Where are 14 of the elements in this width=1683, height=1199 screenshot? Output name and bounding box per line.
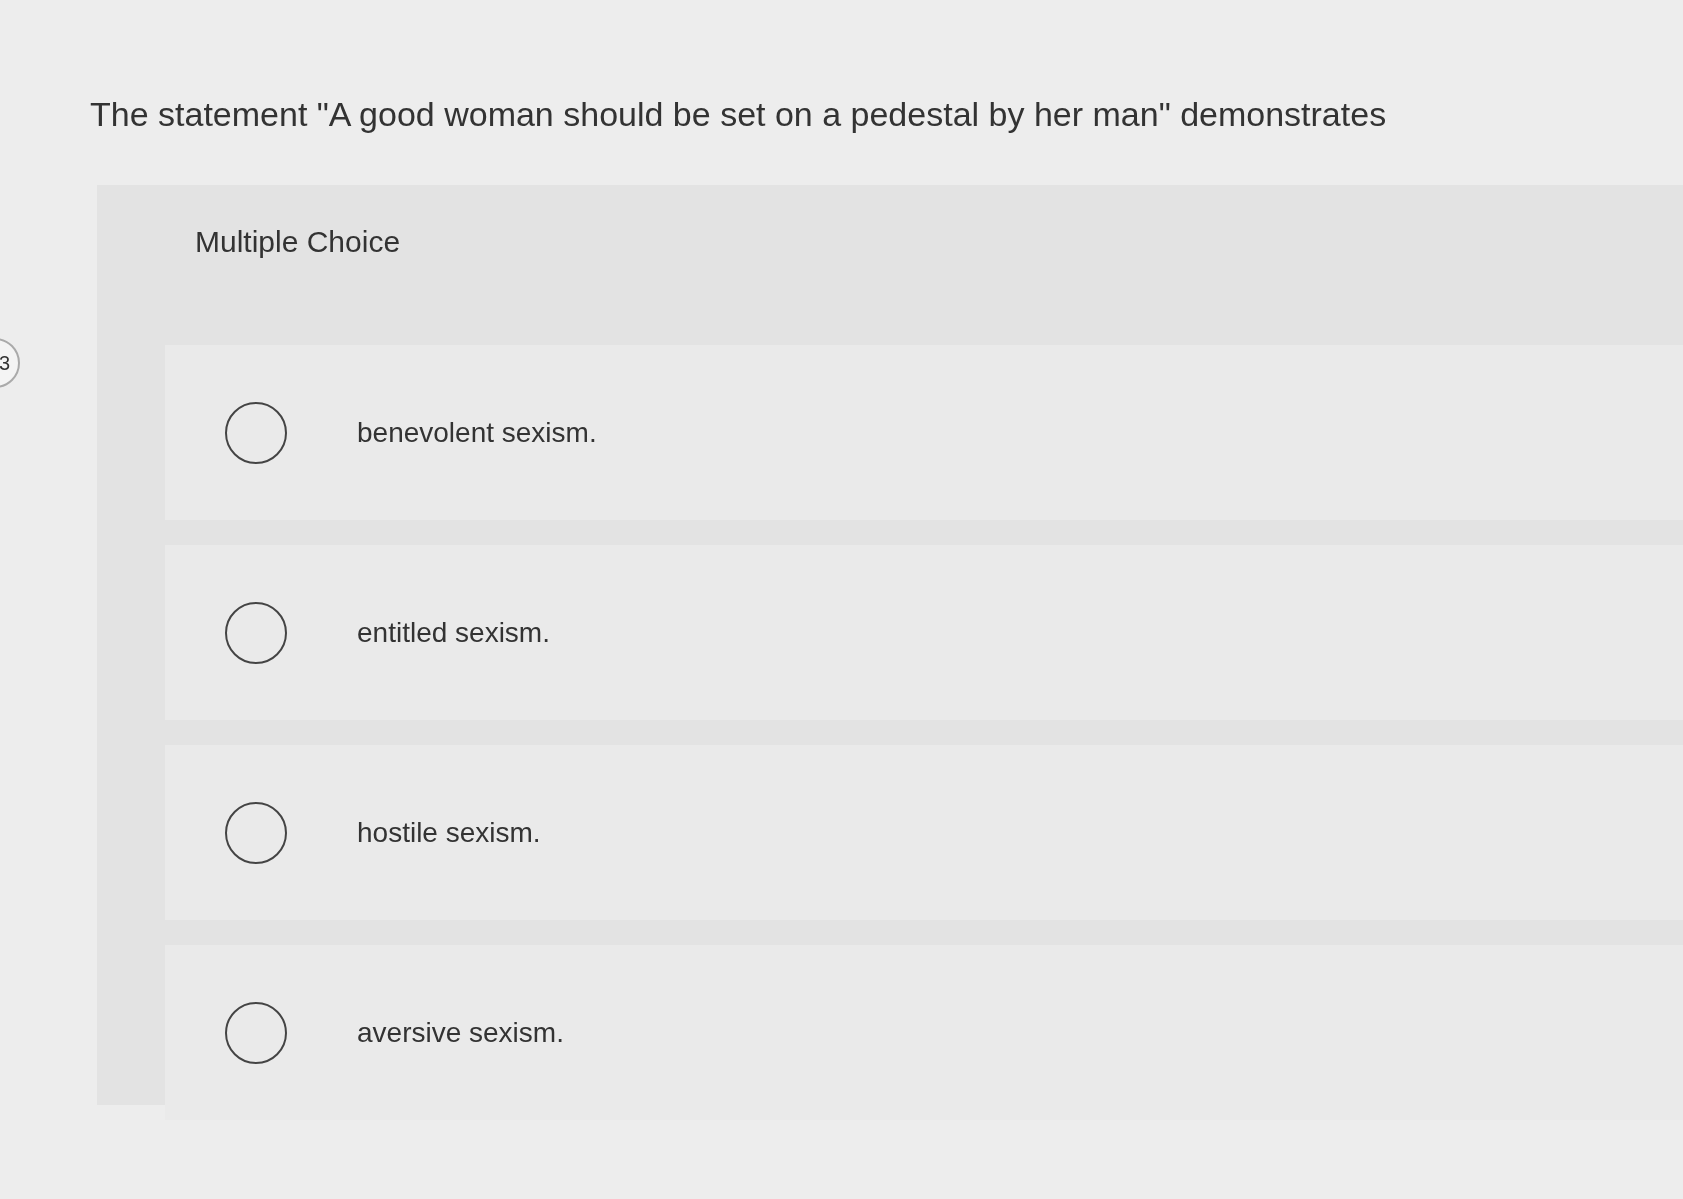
question-text: The statement "A good woman should be set on a pedestal by her man" demonstrates (89, 94, 1388, 135)
option-label: aversive sexism. (357, 1016, 564, 1049)
radio-button[interactable] (225, 401, 287, 464)
answer-option[interactable]: benevolent sexism. (165, 345, 1683, 520)
question-number-badge[interactable]: 3 (0, 338, 20, 388)
radio-button[interactable] (225, 601, 287, 664)
option-label: entitled sexism. (357, 616, 550, 649)
answer-option[interactable]: entitled sexism. (165, 545, 1683, 720)
radio-button[interactable] (225, 801, 287, 864)
option-label: hostile sexism. (357, 816, 541, 849)
answer-option[interactable]: hostile sexism. (165, 745, 1683, 920)
radio-button[interactable] (225, 1001, 287, 1064)
section-heading: Multiple Choice (195, 225, 402, 260)
option-label: benevolent sexism. (357, 416, 597, 449)
